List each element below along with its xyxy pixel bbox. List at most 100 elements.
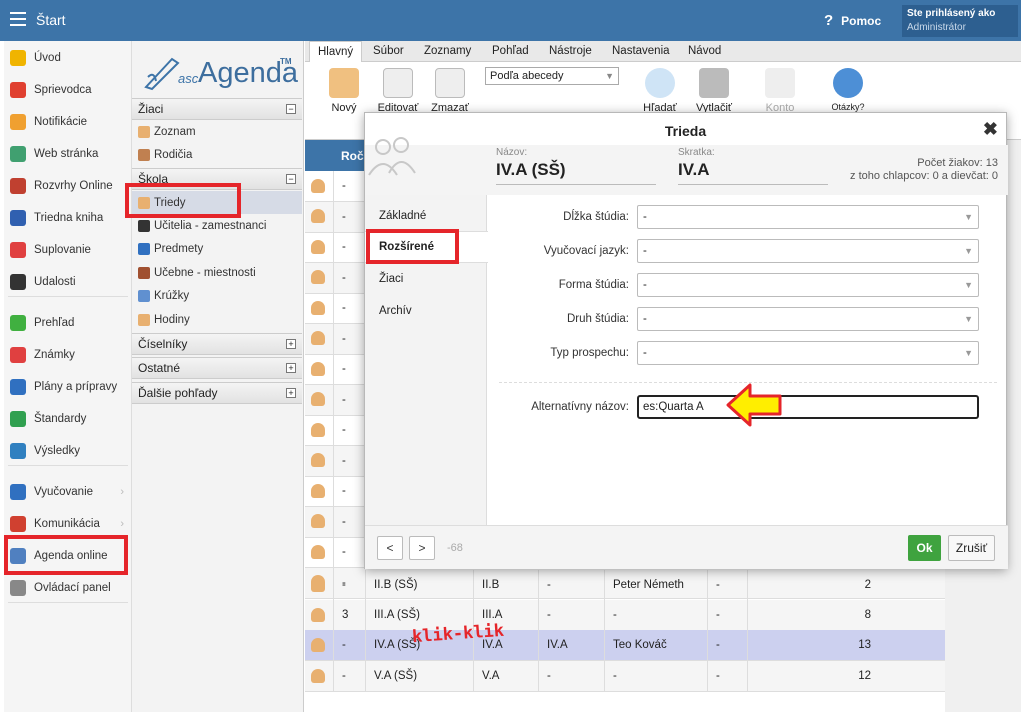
tab-subor[interactable]: Súbor: [365, 41, 412, 62]
subnav-item-hodiny[interactable]: Hodiny: [132, 308, 302, 331]
subnav-item-label: Predmety: [154, 242, 204, 255]
leftnav-item-0[interactable]: Úvod: [4, 44, 132, 72]
delete-button[interactable]: Zmazať: [425, 68, 475, 114]
table-row[interactable]: 3 III.A (SŠ) III.A - - -8: [305, 600, 945, 631]
subnav-item-zoznam[interactable]: Zoznam: [132, 120, 302, 143]
tab-navod[interactable]: Návod: [680, 41, 729, 62]
next-record-button[interactable]: >: [409, 536, 435, 560]
leftnav-item-label: Známky: [34, 349, 75, 361]
table-row[interactable]: - V.A (SŠ) V.A - - -12: [305, 661, 945, 692]
sort-select[interactable]: Podľa abecedy ▼: [485, 67, 619, 85]
table-row[interactable]: - IV.A (SŠ) IV.A IV.A Teo Kováč -13: [305, 630, 945, 661]
chevron-right-icon: ›: [120, 486, 124, 498]
menu-icon[interactable]: [10, 12, 26, 26]
tab-zoznamy[interactable]: Zoznamy: [416, 41, 479, 62]
questions-button[interactable]: Otázky?: [823, 68, 873, 112]
leftnav-item-1[interactable]: Sprievodca: [4, 76, 132, 104]
leftnav-item-4[interactable]: Rozvrhy Online: [4, 172, 132, 200]
class-icon: [311, 209, 325, 224]
name-value[interactable]: IV.A (SŠ): [496, 160, 656, 185]
leftnav-item-12[interactable]: Výsledky: [4, 437, 132, 465]
tab-nastroje[interactable]: Nástroje: [541, 41, 600, 62]
leftnav-item-16[interactable]: Ovládací panel: [4, 574, 132, 602]
leftnav-item-7[interactable]: Udalosti: [4, 268, 132, 296]
col-rocnik[interactable]: Roč: [341, 149, 364, 163]
help-button[interactable]: ? Pomoc: [824, 12, 881, 29]
book-icon: [10, 210, 26, 226]
section-ziaci-label: Žiaci: [138, 102, 164, 116]
subnav-item-rodicia[interactable]: Rodičia: [132, 143, 302, 166]
leftnav-item-8[interactable]: Prehľad: [4, 309, 132, 337]
expand-icon[interactable]: +: [286, 339, 296, 349]
leftnav-item-14[interactable]: Komunikácia ›: [4, 510, 132, 538]
expand-icon[interactable]: +: [286, 388, 296, 398]
bar-chart-icon: [10, 443, 26, 459]
close-icon[interactable]: ✖: [983, 119, 998, 140]
expand-icon[interactable]: +: [286, 363, 296, 373]
leftnav-item-3[interactable]: Web stránka: [4, 140, 132, 168]
person-icon: [138, 125, 150, 138]
leftnav-item-label: Rozvrhy Online: [34, 180, 113, 192]
class-icon: [311, 361, 325, 376]
app-title[interactable]: Štart: [36, 12, 66, 28]
leftnav-item-5[interactable]: Triedna kniha: [4, 204, 132, 232]
vyucovaci-jazyk-select[interactable]: - ▼: [637, 239, 979, 263]
typ-prospechu-select[interactable]: - ▼: [637, 341, 979, 365]
tab-hlavny[interactable]: Hlavný: [309, 41, 363, 62]
collapse-icon[interactable]: −: [286, 104, 296, 114]
leftnav-item-10[interactable]: Plány a prípravy: [4, 373, 132, 401]
record-id: -68: [447, 542, 463, 554]
field-forma-studia: Forma štúdia: - ▼: [487, 273, 1007, 299]
alternativny-nazov-input[interactable]: es:Quarta A: [637, 395, 979, 419]
dialog-tab-ziaci[interactable]: Žiaci: [379, 273, 403, 285]
leftnav-item-11[interactable]: Štandardy: [4, 405, 132, 433]
leftnav-item-9[interactable]: Známky: [4, 341, 132, 369]
collapse-icon[interactable]: −: [286, 174, 296, 184]
account-button[interactable]: Konto: [755, 68, 805, 114]
sort-value: Podľa abecedy: [490, 70, 564, 82]
cancel-button[interactable]: Zrušiť: [948, 535, 995, 561]
leftnav-item-13[interactable]: Vyučovanie ›: [4, 478, 132, 506]
top-bar: Štart ? Pomoc Ste prihlásený ako Administ…: [0, 0, 1021, 41]
leftnav-item-6[interactable]: Suplovanie: [4, 236, 132, 264]
subnav-item-ucebne[interactable]: Učebne - miestnosti: [132, 261, 302, 284]
abbr-value[interactable]: IV.A: [678, 160, 828, 185]
row-icon-cell: [305, 202, 333, 233]
leftnav-divider: [8, 465, 128, 466]
people-icon: [368, 137, 416, 176]
user-box[interactable]: Ste prihlásený ako Administrátor: [902, 5, 1018, 37]
wand-icon: [10, 82, 26, 98]
edit-button[interactable]: Editovať: [373, 68, 423, 114]
sub-nav: asc Agenda TM Žiaci − Zoznam Rodičia Škol…: [132, 41, 304, 712]
section-ostatne[interactable]: Ostatné +: [132, 357, 302, 379]
select-value: -: [643, 211, 647, 223]
prev-record-button[interactable]: <: [377, 536, 403, 560]
dialog-tab-archiv[interactable]: Archív: [379, 305, 412, 317]
dlzka-studia-select[interactable]: - ▼: [637, 205, 979, 229]
forma-studia-select[interactable]: - ▼: [637, 273, 979, 297]
section-ciselniky[interactable]: Číselníky +: [132, 333, 302, 355]
tab-nastavenia[interactable]: Nastavenia: [604, 41, 678, 62]
leftnav-item-2[interactable]: Notifikácie: [4, 108, 132, 136]
row-icon-cell: [305, 171, 333, 202]
field-label: Alternatívny názov:: [531, 401, 629, 413]
new-label: Nový: [331, 102, 357, 114]
druh-studia-select[interactable]: - ▼: [637, 307, 979, 331]
print-button[interactable]: Vytlačiť: [689, 68, 739, 114]
search-button[interactable]: Hľadať: [635, 68, 685, 114]
tab-pohlad[interactable]: Pohľad: [484, 41, 537, 62]
chevron-down-icon: ▼: [964, 212, 973, 222]
subnav-item-kruzky[interactable]: Krúžky: [132, 284, 302, 307]
field-label: Vyučovací jazyk:: [543, 245, 629, 257]
new-button[interactable]: Nový: [319, 68, 369, 114]
new-person-icon: [329, 68, 359, 98]
section-dalsie[interactable]: Ďalšie pohľady +: [132, 382, 302, 404]
section-label: Číselníky: [138, 337, 188, 351]
dialog-tab-zakladne[interactable]: Základné: [379, 210, 426, 222]
ok-button[interactable]: Ok: [908, 535, 941, 561]
section-ziaci[interactable]: Žiaci −: [132, 98, 302, 120]
subnav-item-predmety[interactable]: Predmety: [132, 237, 302, 260]
chevron-right-icon: ›: [120, 518, 124, 530]
class-icon: [311, 483, 325, 498]
table-row[interactable]: - II.B (SŠ) II.B - Peter Németh -2: [305, 570, 945, 601]
